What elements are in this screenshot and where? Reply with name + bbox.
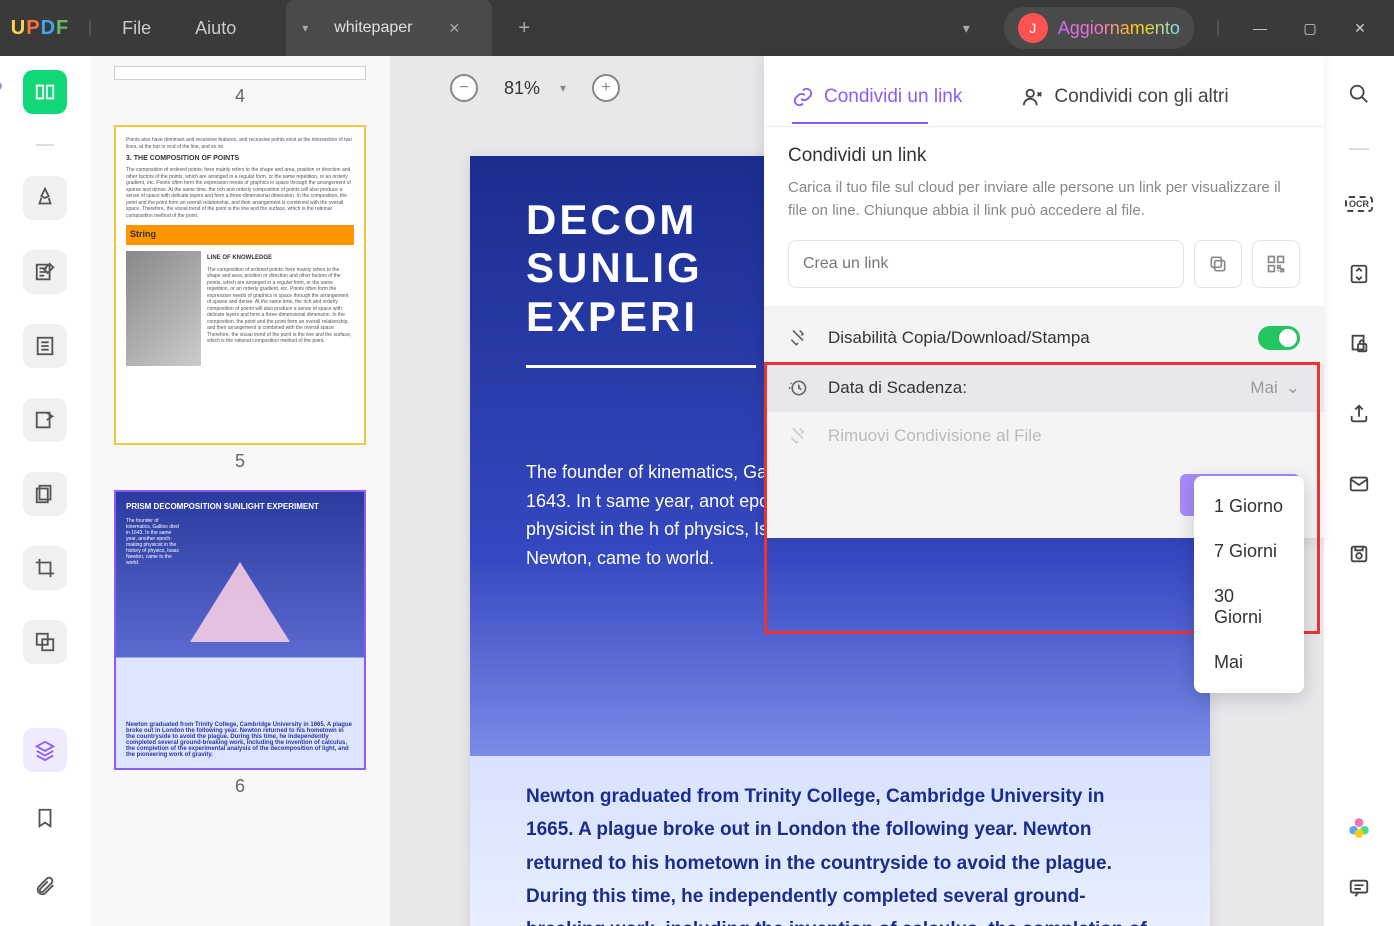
divider: | bbox=[88, 19, 92, 37]
thumb5-string-bar: String bbox=[126, 225, 354, 245]
title-rule bbox=[526, 365, 756, 368]
compare-tool-icon[interactable] bbox=[23, 620, 67, 664]
bookmark-icon[interactable] bbox=[23, 796, 67, 840]
menu-help[interactable]: Aiuto bbox=[173, 18, 258, 39]
zoom-toolbar: − 81% ▾ + bbox=[450, 74, 620, 102]
minimize-button[interactable]: — bbox=[1242, 20, 1278, 36]
close-tab-icon[interactable]: ✕ bbox=[448, 20, 460, 37]
copy-link-button[interactable] bbox=[1194, 240, 1242, 288]
remove-share-label: Rimuovi Condivisione al File bbox=[828, 426, 1042, 446]
thumb5-image bbox=[126, 251, 201, 366]
page-body-text: Newton graduated from Trinity College, C… bbox=[470, 756, 1210, 926]
edit-text-tool-icon[interactable] bbox=[23, 250, 67, 294]
thumb6-title: PRISM DECOMPOSITION SUNLIGHT EXPERIMENT bbox=[126, 502, 354, 512]
save-icon[interactable] bbox=[1343, 538, 1375, 570]
expiration-row[interactable]: Data di Scadenza: Mai ⌄ bbox=[764, 364, 1324, 412]
convert-icon[interactable] bbox=[1343, 258, 1375, 290]
search-icon[interactable] bbox=[1343, 78, 1375, 110]
layers-icon[interactable] bbox=[23, 728, 67, 772]
close-window-button[interactable]: ✕ bbox=[1342, 20, 1378, 37]
attachment-icon[interactable] bbox=[23, 864, 67, 908]
crop-tool-icon[interactable] bbox=[23, 546, 67, 590]
ai-flower-icon[interactable] bbox=[1343, 812, 1375, 844]
form-tool-icon[interactable] bbox=[23, 324, 67, 368]
document-tab[interactable]: ▾ whitepaper ✕ bbox=[286, 0, 492, 56]
tab-share-link-label: Condividi un link bbox=[824, 86, 962, 108]
create-link-input[interactable] bbox=[788, 240, 1184, 288]
dropdown-7-days[interactable]: 7 Giorni bbox=[1194, 529, 1304, 574]
zoom-in-button[interactable]: + bbox=[592, 74, 620, 102]
prism-graphic bbox=[190, 562, 290, 642]
tab-title: whitepaper bbox=[334, 19, 412, 37]
expiration-dropdown: 1 Giorno 7 Giorni 30 Giorni Mai bbox=[1194, 476, 1304, 693]
comment-icon[interactable] bbox=[1343, 872, 1375, 904]
thumbnail-page-5[interactable]: Points also have dominant and recessive … bbox=[114, 125, 366, 445]
tab-share-others[interactable]: Condividi con gli altri bbox=[1022, 86, 1228, 108]
organize-pages-icon[interactable] bbox=[23, 472, 67, 516]
highlight-tool-icon[interactable] bbox=[23, 176, 67, 220]
divider bbox=[36, 144, 54, 146]
thumb5-lok: LINE OF KNOWLEDGE bbox=[207, 255, 354, 263]
thumbnail-page-6[interactable]: PRISM DECOMPOSITION SUNLIGHT EXPERIMENT … bbox=[114, 490, 366, 770]
add-tab-button[interactable]: + bbox=[504, 17, 544, 40]
expiration-label: Data di Scadenza: bbox=[828, 378, 967, 398]
tab-share-link[interactable]: Condividi un link bbox=[792, 86, 962, 108]
thumbnail-label-6: 6 bbox=[114, 776, 366, 797]
titlebar: UPDF | File Aiuto ▾ whitepaper ✕ + ▾ J A… bbox=[0, 0, 1394, 56]
thumbnail-page-4[interactable] bbox=[114, 66, 366, 80]
divider bbox=[1349, 148, 1369, 150]
qr-code-button[interactable] bbox=[1252, 240, 1300, 288]
disable-copy-label: Disabilità Copia/Download/Stampa bbox=[828, 328, 1090, 348]
remove-share-row: Rimuovi Condivisione al File bbox=[764, 412, 1324, 460]
protect-icon[interactable] bbox=[1343, 328, 1375, 360]
history-icon bbox=[788, 378, 814, 398]
zoom-dropdown[interactable]: 81% ▾ bbox=[504, 78, 566, 99]
caret-icon: ▾ bbox=[560, 81, 566, 95]
zoom-value: 81% bbox=[504, 78, 540, 99]
zoom-out-button[interactable]: − bbox=[450, 74, 478, 102]
dropdown-never[interactable]: Mai bbox=[1194, 640, 1304, 685]
app-logo: UPDF bbox=[0, 17, 80, 40]
dropdown-30-days[interactable]: 30 Giorni bbox=[1194, 574, 1304, 640]
tab-area: ▾ whitepaper ✕ + bbox=[278, 0, 544, 56]
share-heading: Condividi un link bbox=[788, 145, 1300, 167]
maximize-button[interactable]: ▢ bbox=[1292, 20, 1328, 37]
sign-tool-icon[interactable] bbox=[23, 398, 67, 442]
share-panel: Condividi un link Condividi con gli altr… bbox=[764, 56, 1324, 538]
divider: | bbox=[1216, 19, 1220, 37]
right-rail: OCR bbox=[1324, 56, 1394, 926]
dropdown-1-day[interactable]: 1 Giorno bbox=[1194, 484, 1304, 529]
share-tabs: Condividi un link Condividi con gli altr… bbox=[764, 56, 1324, 127]
menu-file[interactable]: File bbox=[100, 18, 173, 39]
reader-mode-icon[interactable] bbox=[23, 70, 67, 114]
chevron-down-icon: ⌄ bbox=[1286, 378, 1300, 398]
thumbnail-panel: 4 Points also have dominant and recessiv… bbox=[90, 56, 390, 926]
ocr-icon[interactable]: OCR bbox=[1343, 188, 1375, 220]
share-icon[interactable] bbox=[1343, 398, 1375, 430]
thumbnail-label-5: 5 bbox=[114, 451, 366, 472]
email-icon[interactable] bbox=[1343, 468, 1375, 500]
user-badge[interactable]: J Aggiornamento bbox=[1004, 7, 1194, 49]
update-label: Aggiornamento bbox=[1058, 18, 1180, 39]
pin-icon: ▾ bbox=[302, 21, 308, 35]
unlink-icon bbox=[788, 426, 814, 446]
disable-copy-row[interactable]: Disabilità Copia/Download/Stampa bbox=[764, 312, 1324, 364]
left-rail bbox=[0, 56, 90, 926]
tab-share-others-label: Condividi con gli altri bbox=[1054, 86, 1228, 108]
thumbnail-label-4: 4 bbox=[114, 86, 366, 107]
thumb6-lower: Newton graduated from Trinity College, C… bbox=[126, 722, 354, 758]
disable-copy-toggle[interactable] bbox=[1258, 326, 1300, 350]
thumb5-section: 3. THE COMPOSITION OF POINTS bbox=[126, 154, 354, 163]
expiration-value[interactable]: Mai ⌄ bbox=[1250, 378, 1300, 398]
avatar: J bbox=[1018, 13, 1048, 43]
share-description: Carica il tuo file sul cloud per inviare… bbox=[788, 177, 1300, 222]
disable-icon bbox=[788, 328, 814, 348]
chevron-down-icon[interactable]: ▾ bbox=[963, 20, 970, 37]
